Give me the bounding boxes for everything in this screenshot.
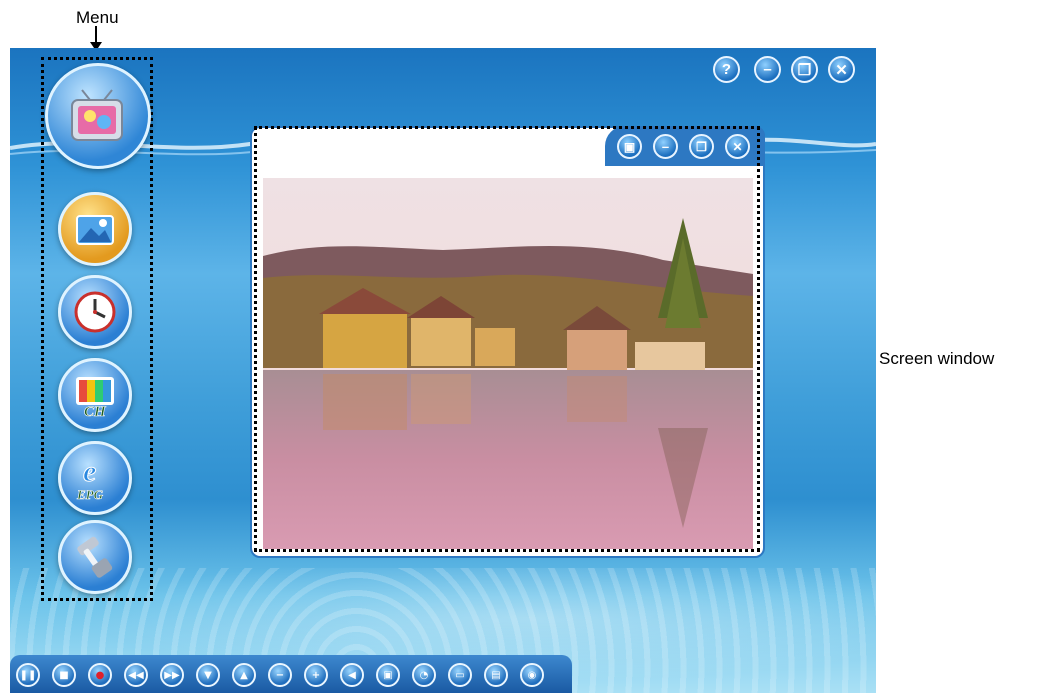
pause-icon: ❚❚ bbox=[19, 669, 37, 681]
fast-forward-button[interactable]: ▶▶ bbox=[160, 663, 184, 687]
menu-annotation-label: Menu bbox=[76, 8, 119, 27]
volume-down-icon: − bbox=[275, 669, 285, 681]
channel-up-button[interactable]: ▲ bbox=[232, 663, 256, 687]
volume-up-button[interactable]: + bbox=[304, 663, 328, 687]
stop-icon: ■ bbox=[59, 669, 69, 681]
record-button[interactable]: ● bbox=[88, 663, 112, 687]
close-icon: ✕ bbox=[835, 61, 848, 79]
keyboard-button[interactable]: ▤ bbox=[484, 663, 508, 687]
pause-button[interactable]: ❚❚ bbox=[16, 663, 40, 687]
screen-window: ▣ – ❐ ✕ bbox=[250, 126, 765, 558]
clock-menu-button[interactable] bbox=[58, 275, 132, 349]
playback-control-bar: ❚❚ ■ ● ◀◀ ▶▶ ▼ ▲ − + ◀ ▣ ◔ ▭ ▤ ◉ bbox=[10, 655, 572, 693]
rewind-button[interactable]: ◀◀ bbox=[124, 663, 148, 687]
disc-icon: ◉ bbox=[527, 669, 537, 681]
channel-down-button[interactable]: ▼ bbox=[196, 663, 220, 687]
epg-icon: e EPG bbox=[76, 455, 104, 501]
screen-window-annotation-label: Screen window bbox=[879, 349, 995, 368]
restore-icon: ❐ bbox=[797, 61, 812, 79]
video-button[interactable]: ▭ bbox=[448, 663, 472, 687]
screen-window-highlight bbox=[254, 126, 760, 552]
minimize-icon: – bbox=[763, 61, 772, 78]
help-icon: ? bbox=[721, 61, 732, 78]
video-icon: ▭ bbox=[455, 669, 465, 681]
snapshot-icon: ▣ bbox=[383, 669, 393, 681]
timer-button[interactable]: ◔ bbox=[412, 663, 436, 687]
tv-icon bbox=[71, 89, 123, 141]
settings-icon bbox=[77, 536, 113, 578]
rewind-icon: ◀◀ bbox=[128, 669, 144, 681]
epg-menu-button[interactable]: e EPG bbox=[58, 441, 132, 515]
disc-button[interactable]: ◉ bbox=[520, 663, 544, 687]
channel-down-icon: ▼ bbox=[204, 669, 212, 681]
fast-forward-icon: ▶▶ bbox=[164, 669, 180, 681]
mute-button[interactable]: ◀ bbox=[340, 663, 364, 687]
minimize-button[interactable]: – bbox=[754, 56, 781, 83]
keyboard-icon: ▤ bbox=[491, 669, 501, 681]
restore-button[interactable]: ❐ bbox=[791, 56, 818, 83]
epg-label: EPG bbox=[76, 487, 104, 501]
channel-menu-button[interactable]: CH bbox=[58, 358, 132, 432]
volume-down-button[interactable]: − bbox=[268, 663, 292, 687]
help-button[interactable]: ? bbox=[713, 56, 740, 83]
settings-menu-button[interactable] bbox=[58, 520, 132, 594]
snapshot-button[interactable]: ▣ bbox=[376, 663, 400, 687]
channel-icon: CH bbox=[76, 377, 114, 417]
close-button[interactable]: ✕ bbox=[828, 56, 855, 83]
channel-label: CH bbox=[84, 404, 107, 417]
svg-text:e: e bbox=[83, 455, 96, 488]
clock-icon bbox=[74, 291, 116, 333]
record-icon: ● bbox=[95, 669, 105, 681]
photo-menu-button[interactable] bbox=[58, 192, 132, 266]
mute-icon: ◀ bbox=[348, 669, 356, 681]
volume-up-icon: + bbox=[311, 669, 321, 681]
photo-icon bbox=[76, 215, 114, 245]
stop-button[interactable]: ■ bbox=[52, 663, 76, 687]
channel-up-icon: ▲ bbox=[240, 669, 248, 681]
timer-icon: ◔ bbox=[419, 669, 429, 681]
tv-menu-button[interactable] bbox=[45, 63, 151, 169]
